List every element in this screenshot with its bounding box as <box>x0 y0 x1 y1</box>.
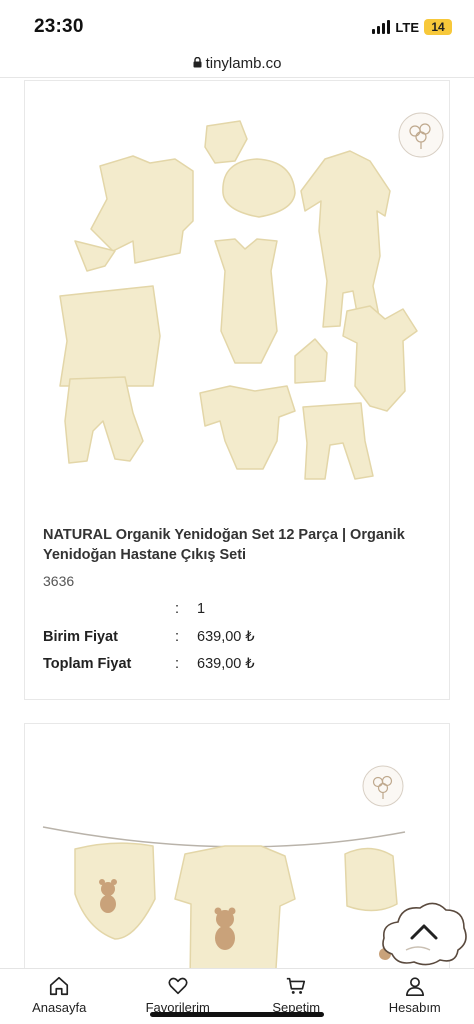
nav-home[interactable]: Anasayfa <box>0 969 119 1024</box>
total-price-colon: : <box>175 656 180 672</box>
status-bar: 23:30 LTE 14 <box>0 0 474 50</box>
nav-label: Hesabım <box>388 1000 441 1015</box>
user-icon <box>405 977 424 996</box>
garment-knot-toy <box>294 338 328 384</box>
garment-trousers-left <box>64 376 144 464</box>
product-title[interactable]: NATURAL Organik Yenidoğan Set 12 Parça |… <box>43 525 433 565</box>
product-image[interactable] <box>25 81 449 501</box>
battery-level: 14 <box>431 20 445 34</box>
status-time: 23:30 <box>34 16 84 37</box>
garment-top <box>90 155 194 264</box>
clothesline <box>42 826 406 848</box>
unit-price-label: Birim Fiyat <box>43 629 118 645</box>
signal-icon <box>372 20 391 34</box>
home-icon <box>50 976 69 996</box>
product-card[interactable]: NATURAL Organik Yenidoğan Set 12 Parça |… <box>24 80 450 700</box>
unit-price-value: 639,00 ₺ <box>197 629 255 645</box>
garment-bodysuit-sleeveless <box>214 238 278 364</box>
quantity-row: : 1 <box>43 601 443 621</box>
address-bar[interactable]: tinylamb.co <box>0 50 474 78</box>
status-indicators: LTE 14 <box>372 19 452 35</box>
unit-price-colon: : <box>175 629 180 645</box>
garment-trousers-right <box>302 402 374 480</box>
nav-label: Anasayfa <box>32 1000 87 1015</box>
quantity-colon: : <box>175 601 180 617</box>
quantity-value: 1 <box>197 601 206 617</box>
url-text: tinylamb.co <box>205 55 282 72</box>
cotton-badge-icon <box>362 765 404 807</box>
lock-icon <box>193 56 202 71</box>
nav-account[interactable]: Hesabım <box>356 969 474 1024</box>
heart-icon <box>168 977 188 995</box>
network-type: LTE <box>395 19 419 35</box>
product-code: 3636 <box>43 573 75 589</box>
cotton-badge-icon <box>398 112 444 158</box>
garment-jumpsuit <box>174 845 296 968</box>
garment-bib <box>204 120 248 164</box>
battery-icon: 14 <box>424 19 452 35</box>
total-price-row: Toplam Fiyat : 639,00 ₺ <box>43 656 443 676</box>
garment-hat <box>222 158 296 218</box>
garment-bib <box>74 842 156 940</box>
garment-sleepsuit <box>300 150 391 330</box>
home-indicator <box>150 1012 324 1017</box>
page-content[interactable]: NATURAL Organik Yenidoğan Set 12 Parça |… <box>0 78 474 968</box>
garment-bodysuit-long <box>199 385 296 470</box>
garment-blanket <box>59 285 161 387</box>
total-price-value: 639,00 ₺ <box>197 656 255 672</box>
cart-icon <box>287 977 306 994</box>
unit-price-row: Birim Fiyat : 639,00 ₺ <box>43 629 443 649</box>
total-price-label: Toplam Fiyat <box>43 656 132 672</box>
scroll-to-top-button[interactable] <box>378 896 470 968</box>
garment-wrap-bodysuit <box>342 305 418 412</box>
